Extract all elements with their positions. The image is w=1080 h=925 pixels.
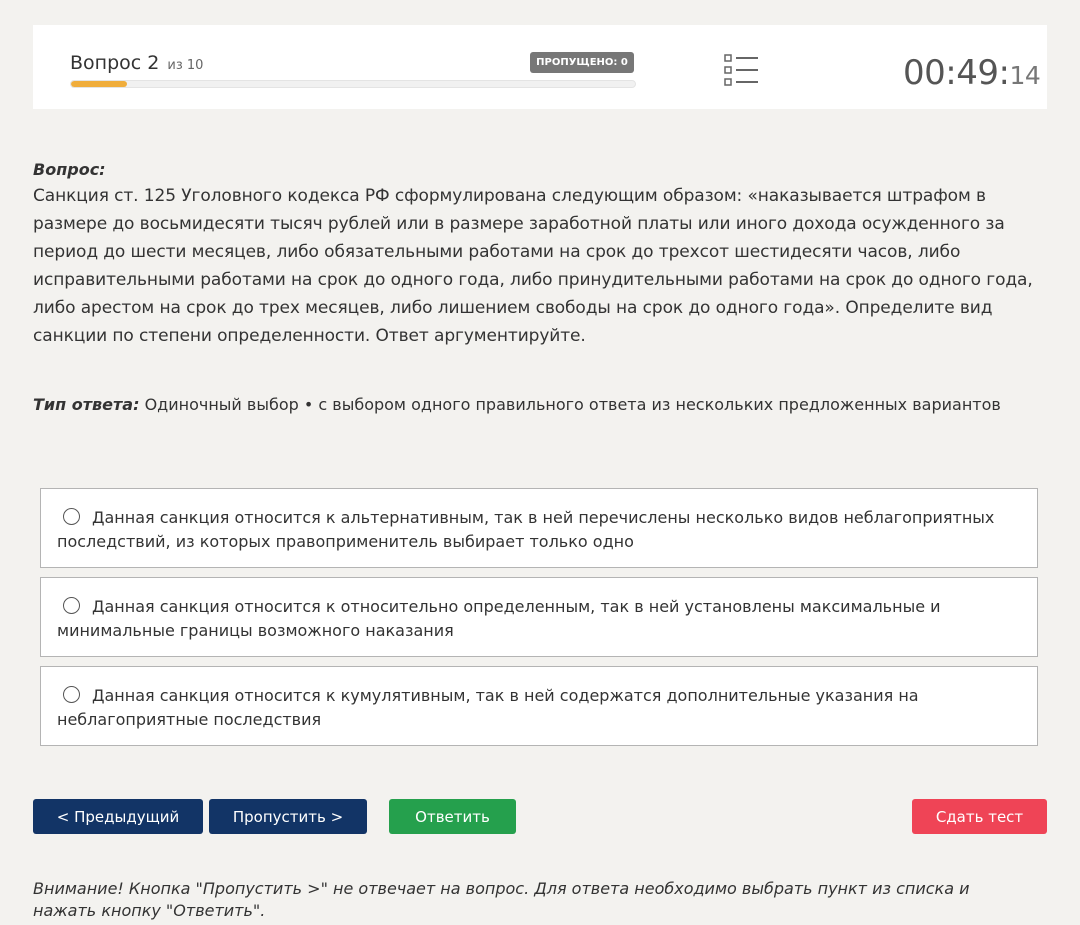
question-block: Вопрос: Санкция ст. 125 Уголовного кодек… — [33, 160, 1049, 350]
answer-option-text: Данная санкция относится к кумулятивным,… — [57, 686, 919, 729]
quiz-header: Вопрос 2 из 10 ПРОПУЩЕНО: 0 00:49:14 — [33, 25, 1047, 109]
answer-button[interactable]: Ответить — [389, 799, 516, 834]
question-number: Вопрос 2 — [70, 52, 160, 74]
question-list-icon[interactable] — [724, 54, 760, 86]
warning-note: Внимание! Кнопка "Пропустить >" не отвеч… — [33, 879, 970, 920]
answer-option-text: Данная санкция относится к альтернативны… — [57, 508, 995, 551]
question-total: из 10 — [167, 58, 204, 73]
radio-button[interactable] — [63, 686, 80, 703]
progress-fill — [71, 81, 128, 87]
answer-option[interactable]: Данная санкция относится к альтернативны… — [40, 488, 1038, 568]
radio-button[interactable] — [63, 597, 80, 614]
radio-button[interactable] — [63, 508, 80, 525]
answer-option[interactable]: Данная санкция относится к кумулятивным,… — [40, 666, 1038, 746]
question-counter: Вопрос 2 из 10 — [70, 52, 203, 74]
timer-main: 00:49: — [903, 53, 1010, 93]
answer-type: Тип ответа: Одиночный выбор • с выбором … — [33, 395, 1001, 414]
countdown-timer: 00:49:14 — [903, 53, 1041, 93]
submit-test-button[interactable]: Сдать тест — [912, 799, 1047, 834]
question-text: Санкция ст. 125 Уголовного кодекса РФ сф… — [33, 186, 1033, 346]
skipped-badge: ПРОПУЩЕНО: 0 — [530, 52, 634, 73]
answer-type-label: Тип ответа: — [33, 395, 140, 414]
answer-option[interactable]: Данная санкция относится к относительно … — [40, 577, 1038, 657]
answer-type-value: Одиночный выбор • с выбором одного прави… — [144, 395, 1001, 414]
skip-button[interactable]: Пропустить > — [209, 799, 367, 834]
timer-seconds: 14 — [1009, 61, 1041, 90]
answer-option-text: Данная санкция относится к относительно … — [57, 597, 941, 640]
progress-bar — [70, 80, 636, 88]
previous-button[interactable]: < Предыдущий — [33, 799, 203, 834]
question-label: Вопрос: — [33, 160, 106, 179]
